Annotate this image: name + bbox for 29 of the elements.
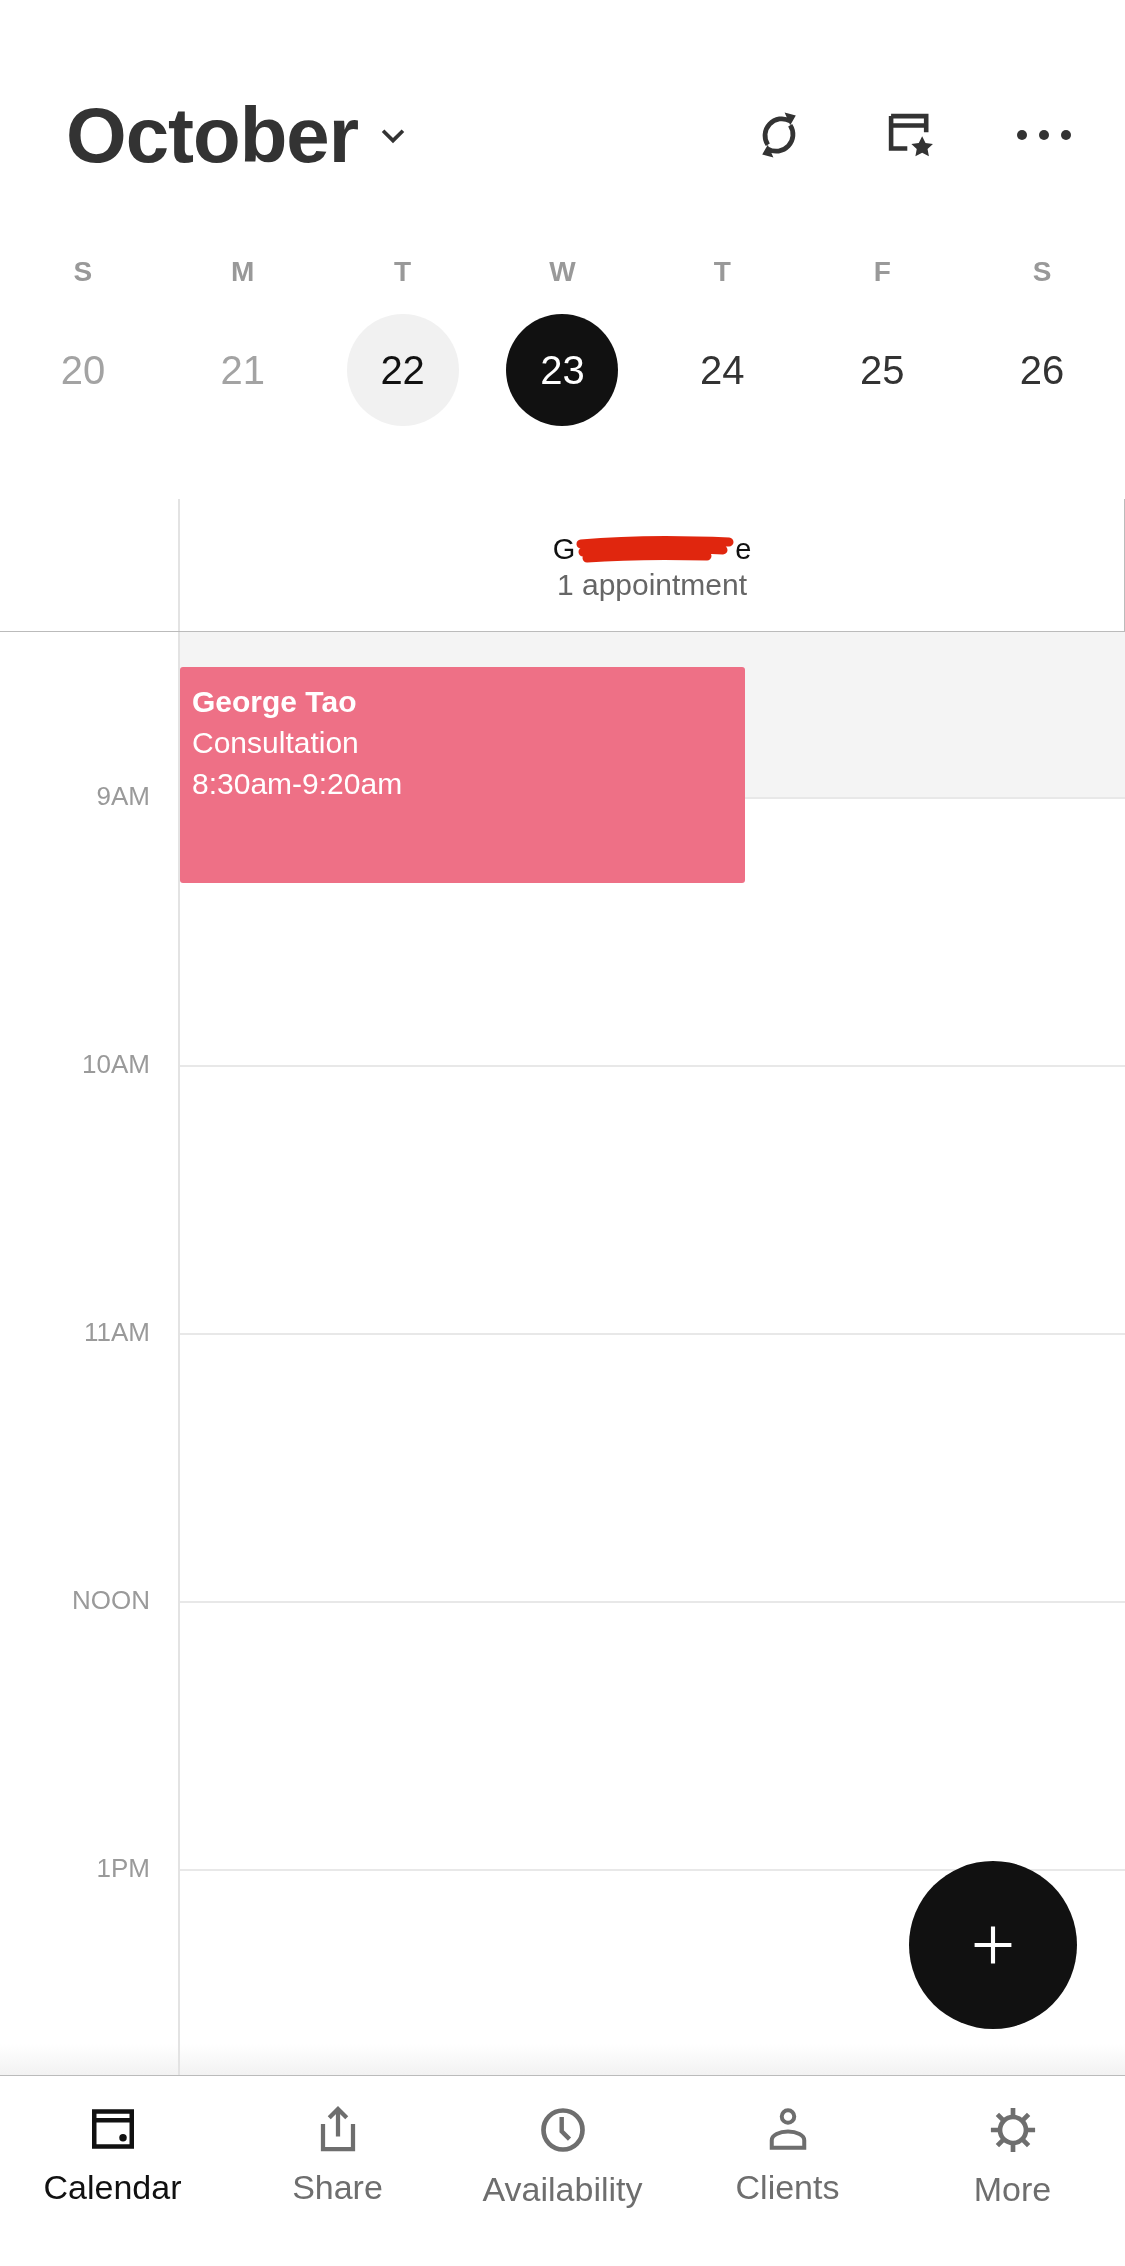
appointment-count: 1 appointment bbox=[556, 567, 748, 602]
service-name: Consultation bbox=[192, 725, 359, 761]
day-button[interactable]: 22 bbox=[346, 314, 459, 426]
weekday-label: W bbox=[549, 256, 576, 288]
hour-label: NOON bbox=[72, 1585, 150, 1616]
nav-tab[interactable]: Share bbox=[225, 2076, 450, 2266]
hour-label: 1PM bbox=[96, 1853, 150, 1884]
client-name: George Tao bbox=[192, 684, 357, 720]
nav-tab[interactable]: More bbox=[900, 2076, 1125, 2266]
day-button[interactable]: 23 bbox=[506, 314, 619, 426]
nav-tab[interactable]: Calendar bbox=[0, 2076, 225, 2266]
weekday-label: M bbox=[231, 256, 255, 288]
month-picker[interactable]: October bbox=[66, 89, 411, 181]
weekday-label: S bbox=[1032, 256, 1052, 288]
appointment-time: 8:30am-9:20am bbox=[192, 766, 403, 802]
weekday-label: F bbox=[873, 256, 891, 288]
nav-tab[interactable]: Availability bbox=[450, 2076, 675, 2266]
day-button[interactable]: 24 bbox=[666, 314, 779, 426]
weekday-label: T bbox=[713, 256, 731, 288]
day-button[interactable]: 25 bbox=[826, 314, 939, 426]
weekday-label: T bbox=[394, 256, 412, 288]
hour-label: 9AM bbox=[96, 781, 150, 812]
day-button[interactable]: 26 bbox=[986, 314, 1099, 426]
hour-label: 11AM bbox=[84, 1317, 150, 1348]
hour-label: 10AM bbox=[82, 1049, 150, 1080]
nav-tab[interactable]: Clients bbox=[675, 2076, 900, 2266]
staff-name: e bbox=[735, 532, 752, 566]
staff-name: G bbox=[552, 532, 576, 566]
weekday-label: S bbox=[73, 256, 93, 288]
